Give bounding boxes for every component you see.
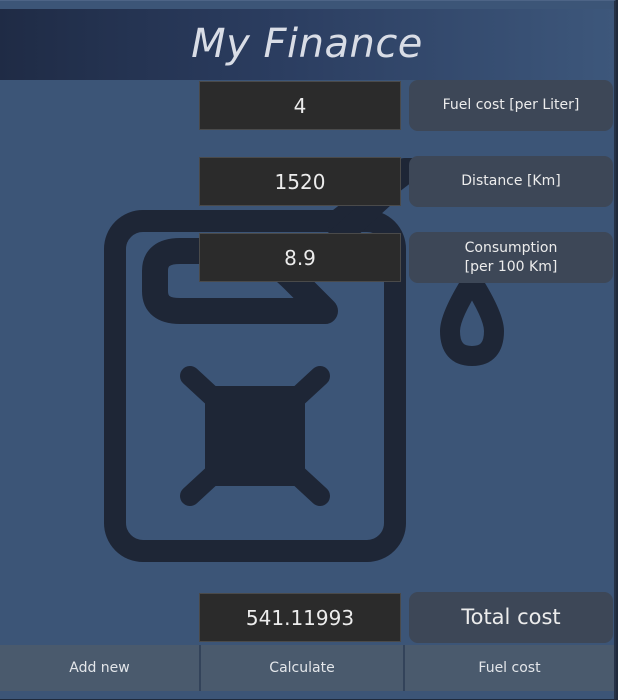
total-cost-label: Total cost (409, 592, 613, 643)
app-header: My Finance (0, 9, 614, 80)
fuel-cost-button[interactable]: Fuel cost (405, 645, 614, 691)
bottom-nav: Add new Calculate Fuel cost (0, 645, 614, 700)
page-title: My Finance (191, 21, 423, 67)
consumption-label: Consumption [per 100 Km] (409, 232, 613, 283)
consumption-input[interactable]: 8.9 (199, 233, 401, 282)
app-window: My Finance 4 Fuel cost [per Liter] 1520 … (0, 0, 616, 699)
fuel-can-icon (104, 158, 504, 562)
fuel-cost-label: Fuel cost [per Liter] (409, 80, 613, 131)
fuel-cost-input[interactable]: 4 (199, 81, 401, 130)
distance-input[interactable]: 1520 (199, 157, 401, 206)
add-new-button[interactable]: Add new (0, 645, 201, 691)
distance-label: Distance [Km] (409, 156, 613, 207)
total-cost-value: 541.11993 (199, 593, 401, 642)
calculate-button[interactable]: Calculate (201, 645, 405, 691)
